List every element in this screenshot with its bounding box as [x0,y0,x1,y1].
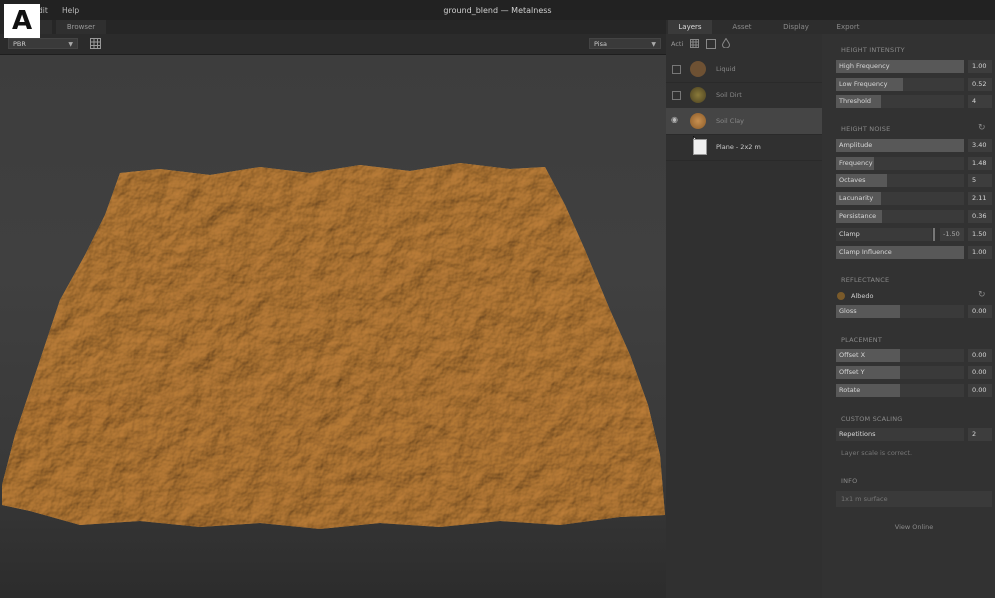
view-online-link[interactable]: View Online [836,523,992,531]
environment-value: Pisa [594,40,607,48]
layer-name: Soil Dirt [716,91,742,99]
slider-label: Threshold [839,97,872,105]
threshold-value[interactable]: 4 [968,95,992,108]
slider-label: Offset Y [839,368,865,376]
rotate-slider[interactable]: Rotate [836,384,964,397]
persistance-value[interactable]: 0.36 [968,210,992,223]
shading-mode-select[interactable]: PBR ▼ [8,38,78,49]
3d-viewport[interactable] [0,55,666,598]
slider-label: Gloss [839,307,857,315]
clamp-handle[interactable] [933,228,935,241]
terrain-render [2,163,665,529]
offset-y-slider[interactable]: Offset Y [836,366,964,379]
layer-name: Plane - 2x2 m [716,143,761,151]
slider-label: Clamp [839,230,860,238]
high-frequency-slider[interactable]: High Frequency [836,60,964,73]
section-title-info: INFO [841,477,858,485]
shading-mode-value: PBR [13,40,26,48]
section-title-height-noise: HEIGHT NOISE [841,125,891,133]
slider-label: Persistance [839,212,877,220]
slider-label: Rotate [839,386,861,394]
section-title-custom-scaling: CUSTOM SCALING [841,415,903,423]
section-title-placement: PLACEMENT [841,336,883,344]
threshold-slider[interactable]: Threshold [836,95,964,108]
clamp-range-slider[interactable]: Clamp [836,228,932,241]
slider-label: Octaves [839,176,866,184]
window-title: ground_blend — Metalness [443,6,552,15]
layers-filter-label: Acti [671,40,684,48]
offset-x-slider[interactable]: Offset X [836,349,964,362]
tab-display[interactable]: Display [774,20,818,34]
clamp-max-value[interactable]: 1.50 [968,228,992,241]
chevron-down-icon: ▼ [68,41,73,48]
info-box: 1x1 m surface [836,491,992,507]
plane-thumbnail [693,139,707,155]
layer-thumbnail [690,87,706,103]
slider-label: Amplitude [839,141,873,149]
layer-name: Soil Clay [716,117,744,125]
tab-asset[interactable]: Asset [720,20,764,34]
slider-label: Lacunarity [839,194,874,202]
slider-label: Clamp Influence [839,248,892,256]
rotate-value[interactable]: 0.00 [968,384,992,397]
section-title-height-intensity: HEIGHT INTENSITY [841,46,905,54]
grid-icon[interactable] [90,38,101,49]
eye-icon[interactable]: ◉ [671,115,678,124]
slider-label: High Frequency [839,62,890,70]
scale-status-note: Layer scale is correct. [841,449,913,457]
clamp-min-value[interactable]: -1.50 [940,228,964,241]
clamp-influence-slider[interactable]: Clamp Influence [836,246,964,259]
reset-icon[interactable]: ↻ [978,123,986,133]
section-title-reflectance: REFLECTANCE [841,276,890,284]
high-frequency-value[interactable]: 1.00 [968,60,992,73]
gloss-slider[interactable]: Gloss [836,305,964,318]
repetitions-value[interactable]: 2 [968,428,992,441]
tab-export[interactable]: Export [826,20,870,34]
square-icon[interactable] [706,39,716,49]
low-frequency-slider[interactable]: Low Frequency [836,78,964,91]
amplitude-value[interactable]: 3.40 [968,139,992,152]
persistance-slider[interactable]: Persistance [836,210,964,223]
lacunarity-value[interactable]: 2.11 [968,192,992,205]
slider-label: Frequency [839,159,873,167]
layer-visibility-checkbox[interactable] [672,65,681,74]
tab-browser[interactable]: Browser [56,20,106,34]
slider-label: Offset X [839,351,866,359]
reset-icon[interactable]: ↻ [978,290,986,300]
repetitions-field[interactable]: Repetitions [836,428,964,441]
frequency-value[interactable]: 1.48 [968,157,992,170]
drop-icon[interactable] [721,37,731,50]
tab-layers[interactable]: Layers [668,20,712,34]
octaves-slider[interactable]: Octaves [836,174,964,187]
layer-thumbnail [690,61,706,77]
layer-name: Liquid [716,65,736,73]
albedo-label: Albedo [851,292,874,300]
slider-label: Low Frequency [839,80,888,88]
layer-visibility-checkbox[interactable] [672,91,681,100]
chevron-down-icon: ▼ [651,41,656,48]
clamp-influence-value[interactable]: 1.00 [968,246,992,259]
environment-select[interactable]: Pisa ▼ [589,38,661,49]
offset-x-value[interactable]: 0.00 [968,349,992,362]
low-frequency-value[interactable]: 0.52 [968,78,992,91]
texture-grid-icon[interactable] [690,39,699,50]
slider-label: Repetitions [839,430,876,438]
lacunarity-slider[interactable]: Lacunarity [836,192,964,205]
offset-y-value[interactable]: 0.00 [968,366,992,379]
publisher-logo: A [4,4,40,38]
layer-thumbnail [690,113,706,129]
frequency-slider[interactable]: Frequency [836,157,964,170]
octaves-value[interactable]: 5 [968,174,992,187]
albedo-swatch[interactable] [837,292,845,300]
amplitude-slider[interactable]: Amplitude [836,139,964,152]
gloss-value[interactable]: 0.00 [968,305,992,318]
